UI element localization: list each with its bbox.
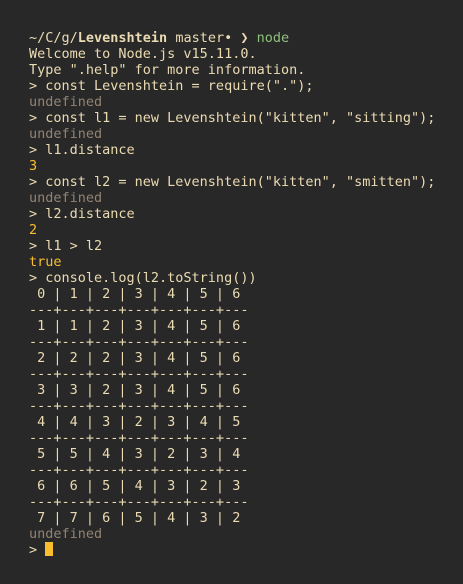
terminal-text: > console.log(l2.toString()) bbox=[29, 270, 257, 286]
terminal-line: undefined bbox=[29, 94, 463, 110]
terminal-text: 1 | 1 | 2 | 3 | 4 | 5 | 6 bbox=[29, 318, 241, 334]
terminal-text: ---+---+---+---+---+---+--- bbox=[29, 398, 249, 414]
prompt-directory: Levenshtein bbox=[77, 30, 168, 46]
terminal-line: > l2.distance bbox=[29, 206, 463, 222]
terminal-text: 5 | 5 | 4 | 3 | 2 | 3 | 4 bbox=[29, 446, 241, 462]
repl-input-line[interactable]: > bbox=[29, 542, 463, 558]
terminal-text: 0 | 1 | 2 | 3 | 4 | 5 | 6 bbox=[29, 286, 241, 302]
terminal-line: undefined bbox=[29, 126, 463, 142]
terminal-text: ---+---+---+---+---+---+--- bbox=[29, 462, 249, 478]
terminal-text: Type ".help" for more information. bbox=[29, 62, 306, 78]
terminal-line: 4 | 4 | 3 | 2 | 3 | 4 | 5 bbox=[29, 414, 463, 430]
terminal-line: > const l1 = new Levenshtein("kitten", "… bbox=[29, 110, 463, 126]
terminal-line: ---+---+---+---+---+---+--- bbox=[29, 366, 463, 382]
prompt-arrow-icon: ❯ bbox=[232, 30, 257, 46]
terminal-line: undefined bbox=[29, 526, 463, 542]
terminal-line: > console.log(l2.toString()) bbox=[29, 270, 463, 286]
repl-prompt: > bbox=[29, 542, 46, 558]
terminal-line: > l1 > l2 bbox=[29, 238, 463, 254]
terminal-text: ---+---+---+---+---+---+--- bbox=[29, 366, 249, 382]
terminal-text: ---+---+---+---+---+---+--- bbox=[29, 494, 249, 510]
terminal-text: 2 | 2 | 2 | 3 | 4 | 5 | 6 bbox=[29, 350, 241, 366]
terminal-text: 3 bbox=[29, 158, 38, 174]
terminal-text: undefined bbox=[29, 526, 103, 542]
terminal-line: 3 bbox=[29, 158, 463, 174]
terminal-text: 3 | 3 | 2 | 3 | 4 | 5 | 6 bbox=[29, 382, 241, 398]
prompt-path: ~/C/g/ bbox=[29, 30, 78, 46]
terminal-line: ---+---+---+---+---+---+--- bbox=[29, 398, 463, 414]
terminal-text: Welcome to Node.js v15.11.0. bbox=[29, 46, 257, 62]
terminal-text: > l2.distance bbox=[29, 206, 135, 222]
terminal-line: Welcome to Node.js v15.11.0. bbox=[29, 46, 463, 62]
terminal-window[interactable]: ~/C/g/Levenshtein master• ❯ node Welcome… bbox=[0, 0, 463, 584]
terminal-text: undefined bbox=[29, 94, 103, 110]
terminal-line: ---+---+---+---+---+---+--- bbox=[29, 462, 463, 478]
terminal-line: 7 | 7 | 6 | 5 | 4 | 3 | 2 bbox=[29, 510, 463, 526]
terminal-text: > l1.distance bbox=[29, 142, 135, 158]
terminal-line: 2 | 2 | 2 | 3 | 4 | 5 | 6 bbox=[29, 350, 463, 366]
shell-prompt-line: ~/C/g/Levenshtein master• ❯ node bbox=[29, 30, 463, 46]
terminal-line: undefined bbox=[29, 190, 463, 206]
terminal-text: > const Levenshtein = require("."); bbox=[29, 78, 314, 94]
terminal-line: Type ".help" for more information. bbox=[29, 62, 463, 78]
git-branch: master• bbox=[167, 30, 233, 46]
terminal-text: 4 | 4 | 3 | 2 | 3 | 4 | 5 bbox=[29, 414, 241, 430]
terminal-text: 6 | 6 | 5 | 4 | 3 | 2 | 3 bbox=[29, 478, 241, 494]
terminal-text: 7 | 7 | 6 | 5 | 4 | 3 | 2 bbox=[29, 510, 241, 526]
terminal-text: > const l1 = new Levenshtein("kitten", "… bbox=[29, 110, 436, 126]
terminal-text: 2 bbox=[29, 222, 38, 238]
terminal-line: > l1.distance bbox=[29, 142, 463, 158]
terminal-line: ---+---+---+---+---+---+--- bbox=[29, 302, 463, 318]
terminal-line: 5 | 5 | 4 | 3 | 2 | 3 | 4 bbox=[29, 446, 463, 462]
terminal-text: ---+---+---+---+---+---+--- bbox=[29, 334, 249, 350]
terminal-output: Welcome to Node.js v15.11.0. Type ".help"… bbox=[29, 46, 463, 542]
terminal-text: true bbox=[29, 254, 62, 270]
terminal-text: > const l2 = new Levenshtein("kitten", "… bbox=[29, 174, 436, 190]
terminal-text: undefined bbox=[29, 126, 103, 142]
terminal-text: > l1 > l2 bbox=[29, 238, 103, 254]
terminal-line: 6 | 6 | 5 | 4 | 3 | 2 | 3 bbox=[29, 478, 463, 494]
terminal-line: > const l2 = new Levenshtein("kitten", "… bbox=[29, 174, 463, 190]
terminal-line: 3 | 3 | 2 | 3 | 4 | 5 | 6 bbox=[29, 382, 463, 398]
terminal-line: 0 | 1 | 2 | 3 | 4 | 5 | 6 bbox=[29, 286, 463, 302]
terminal-line: true bbox=[29, 254, 463, 270]
terminal-line: 2 bbox=[29, 222, 463, 238]
prompt-command: node bbox=[256, 30, 290, 46]
terminal-text: undefined bbox=[29, 190, 103, 206]
terminal-line: ---+---+---+---+---+---+--- bbox=[29, 334, 463, 350]
terminal-line: ---+---+---+---+---+---+--- bbox=[29, 494, 463, 510]
terminal-line: ---+---+---+---+---+---+--- bbox=[29, 430, 463, 446]
terminal-line: 1 | 1 | 2 | 3 | 4 | 5 | 6 bbox=[29, 318, 463, 334]
terminal-text: ---+---+---+---+---+---+--- bbox=[29, 430, 249, 446]
terminal-text: ---+---+---+---+---+---+--- bbox=[29, 302, 249, 318]
text-cursor bbox=[45, 542, 54, 556]
terminal-line: > const Levenshtein = require("."); bbox=[29, 78, 463, 94]
